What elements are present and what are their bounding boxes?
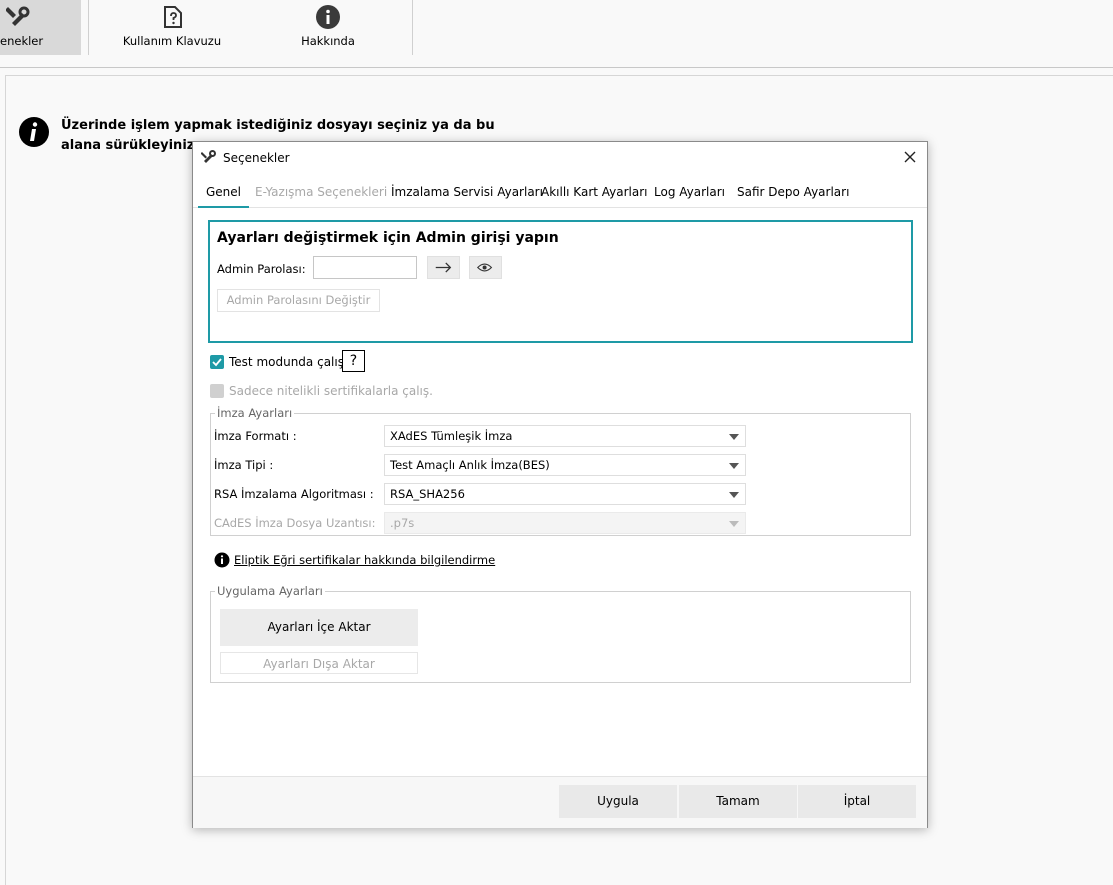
tab-imzalama-servisi[interactable]: İmzalama Servisi Ayarları — [391, 185, 543, 199]
test-mode-checkbox[interactable] — [210, 355, 224, 369]
chevron-down-icon — [729, 434, 739, 440]
qualified-only-checkbox — [210, 384, 224, 398]
info-icon — [19, 117, 49, 147]
dialog-tabs: Genel E-Yazışma Seçenekleri İmzalama Ser… — [193, 176, 927, 208]
app-settings-group: Uygulama Ayarları Ayarları İçe Aktar Aya… — [210, 584, 911, 683]
chevron-down-icon — [729, 463, 739, 469]
toolbar-options-button[interactable]: enekler — [0, 0, 81, 55]
wrench-screwdriver-icon — [6, 6, 30, 26]
chevron-down-icon — [729, 521, 739, 527]
show-password-button[interactable] — [469, 256, 502, 279]
arrow-right-icon — [435, 262, 452, 273]
test-mode-label: Test modunda çalış. — [229, 355, 348, 369]
import-settings-button[interactable]: Ayarları İçe Aktar — [220, 609, 418, 646]
rsa-algorithm-value: RSA_SHA256 — [390, 487, 465, 501]
checkmark-icon — [212, 358, 222, 367]
wrench-screwdriver-icon — [201, 150, 216, 163]
info-icon — [214, 552, 230, 568]
signature-format-label: İmza Formatı : — [214, 429, 297, 443]
toolbar-manual-label: Kullanım Klavuzu — [122, 34, 222, 48]
signature-settings-title: İmza Ayarları — [215, 406, 295, 420]
tab-e-yazisma: E-Yazışma Seçenekleri — [255, 185, 388, 199]
ok-button[interactable]: Tamam — [679, 785, 797, 818]
toolbar-options-label: enekler — [0, 34, 44, 48]
toolbar-about-button[interactable]: Hakkında — [268, 0, 388, 55]
tab-akilli-kart[interactable]: Akıllı Kart Ayarları — [541, 185, 648, 199]
signature-format-select[interactable]: XAdES Tümleşik İmza — [384, 425, 746, 447]
toolbar-about-label: Hakkında — [301, 34, 355, 48]
help-document-icon — [164, 6, 182, 28]
signature-type-select[interactable]: Test Amaçlı Anlık İmza(BES) — [384, 454, 746, 476]
admin-password-input[interactable] — [313, 256, 417, 279]
admin-login-panel: Ayarları değiştirmek için Admin girişi y… — [208, 220, 913, 343]
export-settings-button: Ayarları Dışa Aktar — [220, 652, 418, 674]
rsa-algorithm-select[interactable]: RSA_SHA256 — [384, 483, 746, 505]
cades-extension-label: CAdES İmza Dosya Uzantısı: — [214, 516, 376, 530]
toolbar-manual-button[interactable]: Kullanım Klavuzu — [112, 0, 232, 55]
admin-password-label: Admin Parolası: — [217, 262, 306, 276]
ecc-info-link[interactable]: Eliptik Eğri sertifikalar hakkında bilgi… — [234, 553, 495, 567]
dialog-footer: Uygula Tamam İptal — [193, 776, 927, 828]
cades-extension-value: .p7s — [390, 516, 415, 530]
close-icon[interactable] — [901, 148, 919, 166]
tab-genel[interactable]: Genel — [197, 185, 250, 208]
signature-format-value: XAdES Tümleşik İmza — [390, 429, 513, 443]
chevron-down-icon — [729, 492, 739, 498]
signature-type-label: İmza Tipi : — [214, 458, 274, 472]
signature-type-value: Test Amaçlı Anlık İmza(BES) — [390, 458, 550, 472]
options-dialog: Seçenekler Genel E-Yazışma Seçenekleri İ… — [192, 141, 928, 828]
eye-icon — [476, 263, 493, 272]
login-button[interactable] — [427, 256, 460, 279]
cades-extension-select: .p7s — [384, 512, 746, 534]
main-toolbar: enekler Kullanım Klavuzu Hakkında — [0, 0, 1113, 68]
dialog-title: Seçenekler — [223, 151, 290, 165]
rsa-algorithm-label: RSA İmzalama Algoritması : — [214, 487, 374, 501]
signature-settings-group: İmza Ayarları İmza Formatı : XAdES Tümle… — [210, 406, 911, 536]
apply-button[interactable]: Uygula — [559, 785, 677, 818]
tab-log[interactable]: Log Ayarları — [654, 185, 725, 199]
cancel-button[interactable]: İptal — [798, 785, 916, 818]
tab-safir-depo[interactable]: Safir Depo Ayarları — [737, 185, 849, 199]
qualified-only-label: Sadece nitelikli sertifikalarla çalış. — [229, 384, 433, 398]
test-mode-help-button[interactable]: ? — [342, 350, 365, 372]
change-admin-password-button: Admin Parolasını Değiştir — [217, 289, 380, 312]
dialog-titlebar: Seçenekler — [193, 142, 927, 174]
admin-heading: Ayarları değiştirmek için Admin girişi y… — [217, 230, 559, 246]
app-settings-title: Uygulama Ayarları — [215, 584, 325, 598]
info-icon — [316, 5, 340, 29]
